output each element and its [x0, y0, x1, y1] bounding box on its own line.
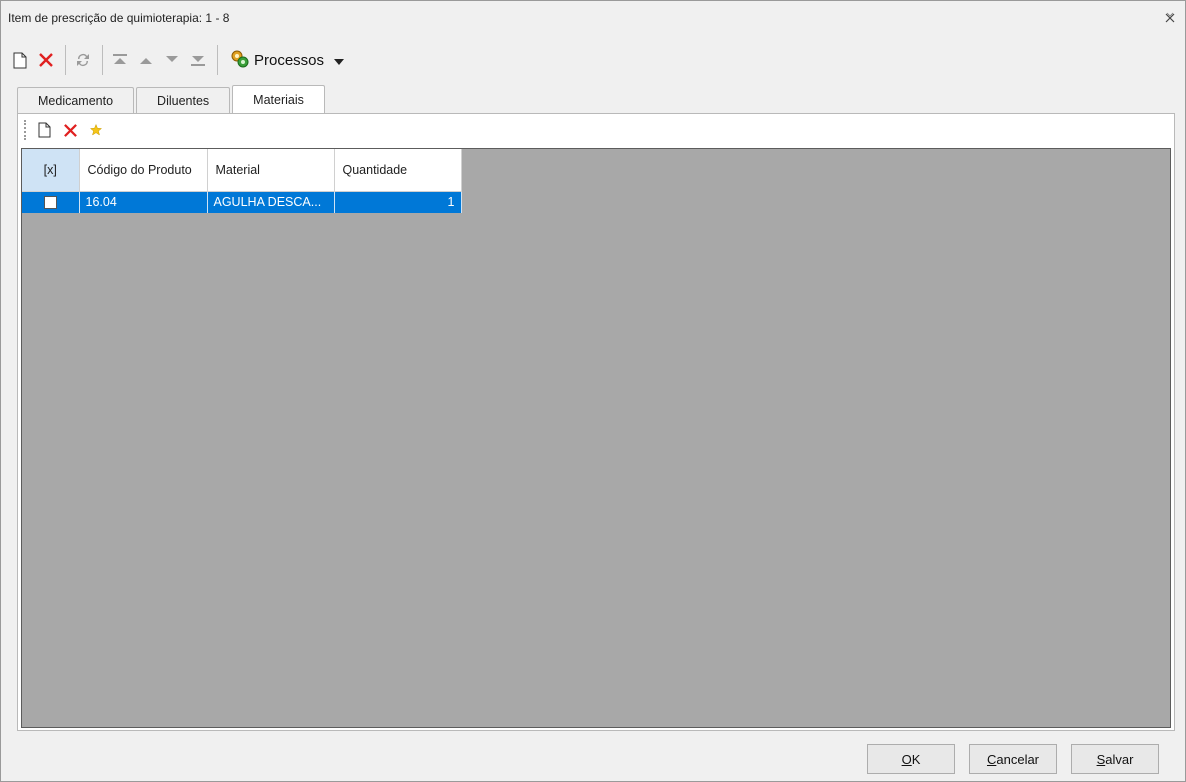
move-first-icon[interactable]	[109, 47, 131, 73]
quantidade-cell[interactable]: 1	[334, 191, 462, 213]
materiais-panel: [x] Código do Produto Material Quantidad…	[17, 113, 1175, 731]
select-all-header[interactable]: [x]	[22, 149, 80, 192]
table-row[interactable]: 16.04 AGULHA DESCA... 1	[22, 191, 462, 213]
cancel-accel: C	[986, 751, 997, 767]
cancel-label: ancelar	[996, 751, 1040, 767]
tab-medicamento[interactable]: Medicamento	[17, 87, 135, 114]
row-checkbox[interactable]	[43, 196, 57, 210]
table-header-row: [x] Código do Produto Material Quantidad…	[22, 149, 462, 192]
row-select-checkbox-cell[interactable]	[22, 191, 80, 213]
save-button[interactable]: Salvar	[1071, 744, 1159, 774]
processos-label: Processos	[254, 51, 325, 69]
save-label: alvar	[1105, 751, 1134, 767]
toolbar-grip[interactable]	[24, 120, 27, 140]
tab-label: Medicamento	[38, 94, 114, 108]
grid-toolbar	[18, 114, 1174, 146]
new-document-icon[interactable]	[33, 117, 55, 143]
move-last-icon[interactable]	[187, 47, 209, 73]
materials-table: [x] Código do Produto Material Quantidad…	[22, 149, 462, 213]
main-toolbar: Processos	[9, 41, 1177, 79]
caret-down-icon	[334, 53, 345, 68]
toolbar-separator	[217, 45, 218, 75]
refresh-icon[interactable]	[72, 47, 94, 73]
toolbar-separator	[102, 45, 103, 75]
material-header[interactable]: Material	[207, 149, 335, 192]
move-down-icon[interactable]	[161, 47, 183, 73]
delete-icon[interactable]	[59, 117, 81, 143]
ok-accel: O	[901, 751, 912, 767]
window-title: Item de prescrição de quimioterapia: 1 -…	[8, 11, 230, 25]
materials-grid: [x] Código do Produto Material Quantidad…	[21, 148, 1171, 728]
ok-button[interactable]: OK	[867, 744, 955, 774]
processos-menu-button[interactable]: Processos	[224, 46, 350, 74]
delete-icon[interactable]	[35, 47, 57, 73]
save-accel: S	[1096, 751, 1106, 767]
codigo-header[interactable]: Código do Produto	[79, 149, 208, 192]
tab-materiais[interactable]: Materiais	[232, 85, 325, 114]
toolbar-separator	[65, 45, 66, 75]
quantidade-header[interactable]: Quantidade	[334, 149, 462, 192]
new-document-icon[interactable]	[9, 47, 31, 73]
codigo-cell[interactable]: 16.04	[79, 191, 208, 213]
tab-label: Diluentes	[157, 94, 210, 108]
tab-strip: Medicamento Diluentes Materiais	[17, 85, 327, 114]
ok-label: K	[911, 751, 921, 767]
cancel-button[interactable]: Cancelar	[969, 744, 1057, 774]
move-up-icon[interactable]	[135, 47, 157, 73]
dialog-window: Item de prescrição de quimioterapia: 1 -…	[0, 0, 1186, 782]
tab-label: Materiais	[253, 93, 304, 107]
star-icon[interactable]	[85, 117, 107, 143]
title-bar: Item de prescrição de quimioterapia: 1 -…	[1, 1, 1185, 37]
material-cell[interactable]: AGULHA DESCA...	[207, 191, 335, 213]
tab-diluentes[interactable]: Diluentes	[136, 87, 231, 114]
gears-icon	[230, 49, 250, 72]
close-icon[interactable]	[1161, 10, 1179, 26]
